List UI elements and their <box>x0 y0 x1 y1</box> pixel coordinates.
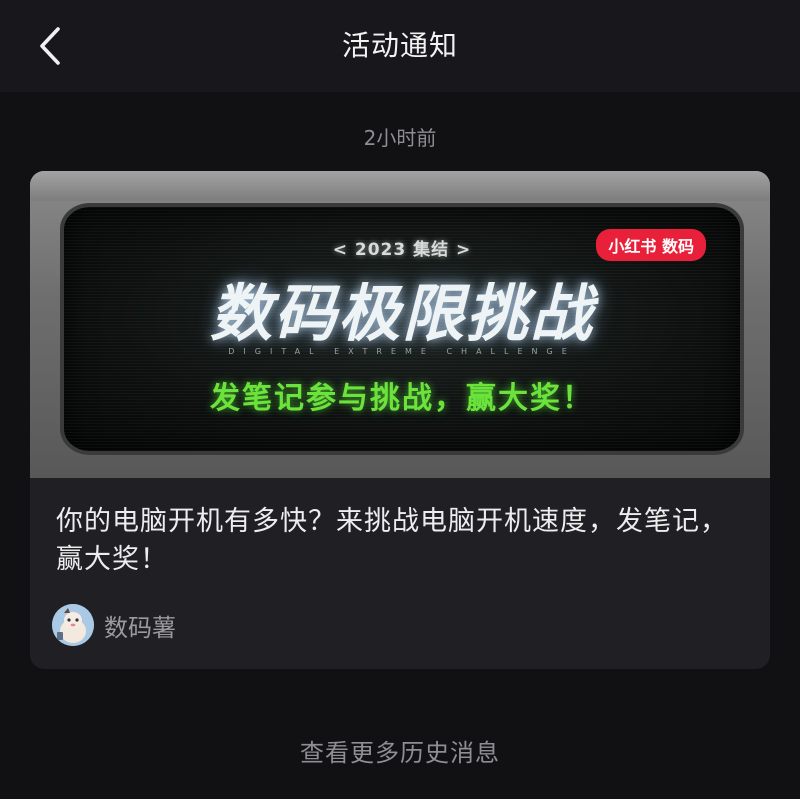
page-title: 活动通知 <box>341 29 458 62</box>
back-button[interactable] <box>28 20 72 72</box>
year-tag: < 2023 集结 > <box>332 240 472 260</box>
banner-subline: DIGITAL EXTREME CHALLENGE <box>228 347 576 356</box>
notification-timestamp: 2小时前 <box>363 126 437 150</box>
view-more-history-link[interactable]: 查看更多历史消息 <box>0 733 800 768</box>
author-row[interactable]: 数码薯 <box>52 603 176 647</box>
banner-slogan: 发笔记参与挑战，赢大奖！ <box>210 381 594 416</box>
monitor-bezel <box>30 171 770 201</box>
notification-card[interactable]: 小红书 数码 < 2023 集结 > 数码极限挑战 DIGITAL EXTREM… <box>30 171 770 669</box>
crt-screen: 小红书 数码 < 2023 集结 > 数码极限挑战 DIGITAL EXTREM… <box>64 207 740 451</box>
notification-title: 你的电脑开机有多快？来挑战电脑开机速度，发笔记，赢大奖！ <box>56 506 728 575</box>
banner-headline: 数码极限挑战 <box>209 277 594 350</box>
avatar-icon <box>52 604 94 646</box>
banner-image: 小红书 数码 < 2023 集结 > 数码极限挑战 DIGITAL EXTREM… <box>30 171 770 478</box>
top-bar: 活动通知 <box>0 0 800 92</box>
author-name: 数码薯 <box>104 613 176 642</box>
chevron-left-icon <box>40 27 60 65</box>
